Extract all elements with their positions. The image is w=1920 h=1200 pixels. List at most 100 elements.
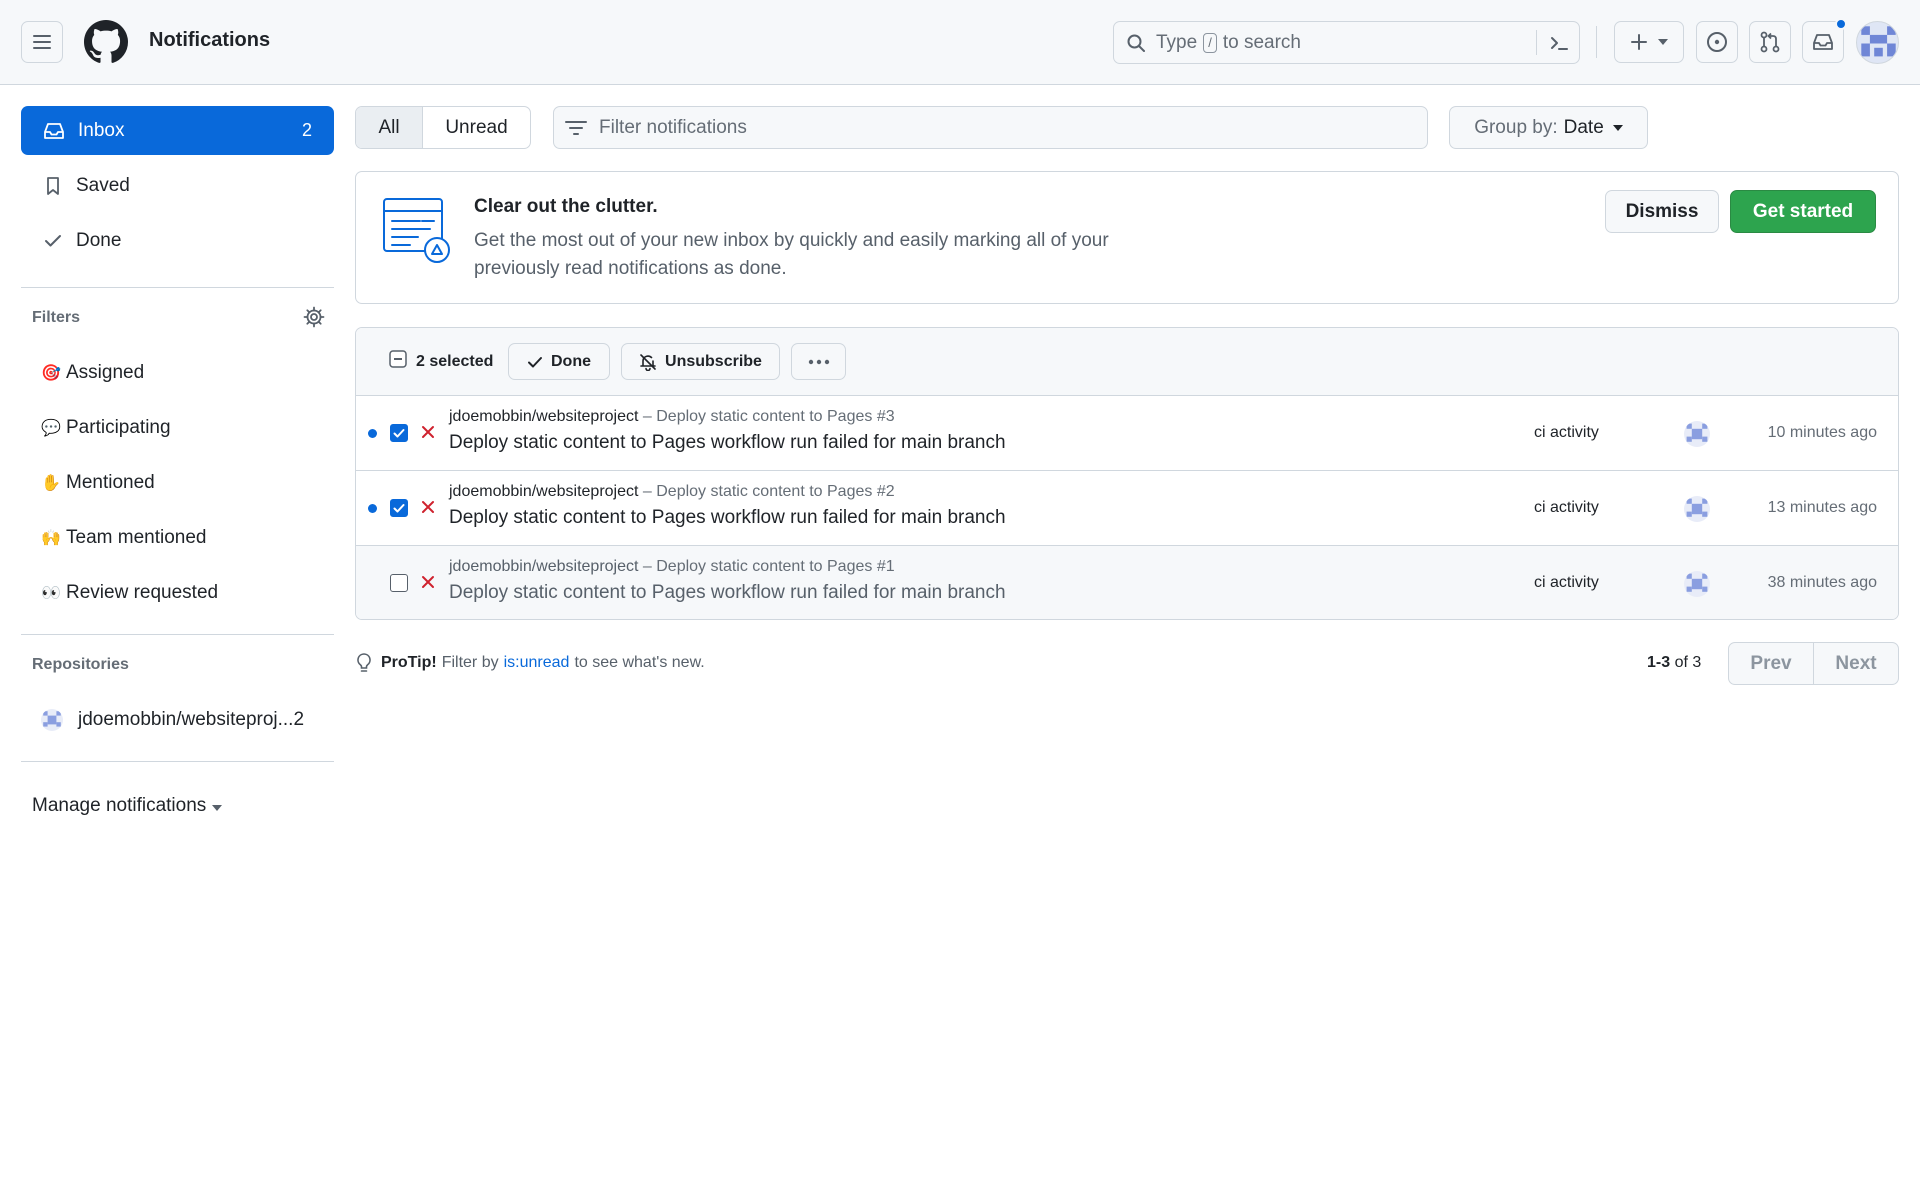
banner-description-line-1: Get the most out of your new inbox by qu… (474, 230, 1109, 251)
prev-button[interactable]: Prev (1729, 643, 1814, 684)
list-item[interactable]: jdoemobbin/websiteproject – Deploy stati… (356, 471, 1898, 546)
menu-button[interactable] (21, 21, 63, 63)
pagination-total: of 3 (1674, 654, 1702, 671)
notification-title[interactable]: Deploy static content to Pages workflow … (449, 582, 1006, 604)
filters-header: Filters (21, 288, 334, 348)
mark-done-button[interactable]: Done (508, 343, 610, 380)
filter-label: Assigned (66, 361, 145, 383)
command-palette-icon[interactable] (1549, 33, 1569, 53)
eyes-icon: 👀 (41, 583, 61, 602)
issues-button[interactable] (1696, 21, 1738, 63)
filter-review-requested[interactable]: 👀 Review requested (21, 568, 334, 617)
sidebar-item-label: Done (76, 229, 122, 251)
repo-item[interactable]: jdoemobbin/websiteproj... 2 (21, 695, 334, 744)
pagination-count: 1-3 of 3 (1647, 654, 1701, 672)
protip-link[interactable]: is:unread (504, 654, 570, 672)
protip-label: ProTip! (381, 654, 437, 671)
filter-icon (565, 120, 587, 135)
inbox-count: 2 (301, 120, 312, 140)
identicon-icon (1686, 423, 1708, 442)
unread-dot (368, 504, 377, 513)
read-state-segmented-control: All Unread (355, 106, 531, 149)
row-checkbox[interactable] (390, 574, 408, 592)
avatar (1684, 421, 1710, 447)
filter-assigned[interactable]: 🎯 Assigned (21, 348, 334, 397)
list-item[interactable]: jdoemobbin/websiteproject – Deploy stati… (356, 546, 1898, 619)
group-by-label: Group by: (1474, 116, 1558, 138)
notification-title[interactable]: Deploy static content to Pages workflow … (449, 507, 1006, 529)
filter-mentioned[interactable]: ✋ Mentioned (21, 458, 334, 507)
gear-icon[interactable] (303, 306, 325, 328)
top-bar: Notifications Type / to search (0, 0, 1920, 85)
kebab-horizontal-icon (808, 359, 829, 364)
search-placeholder-suffix: to search (1222, 31, 1301, 53)
caret-down-icon (1612, 124, 1623, 131)
raising-hands-icon: 🙌 (41, 528, 61, 547)
bell-slash-icon (640, 353, 656, 371)
pull-requests-button[interactable] (1749, 21, 1791, 63)
filter-placeholder: Filter notifications (599, 116, 747, 138)
speech-balloon-icon: 💬 (41, 418, 61, 437)
raised-hand-icon: ✋ (41, 473, 61, 492)
inbox-button[interactable] (1802, 18, 1847, 63)
list-item[interactable]: jdoemobbin/websiteproject – Deploy stati… (356, 396, 1898, 471)
tab-all[interactable]: All (356, 107, 423, 148)
repo-link[interactable]: jdoemobbin/websiteproject (449, 558, 638, 575)
pagination: Prev Next (1728, 642, 1899, 685)
notification-reason: ci activity (1534, 499, 1599, 516)
x-failed-icon (422, 426, 434, 438)
more-actions-button[interactable] (791, 343, 846, 380)
check-icon (393, 429, 405, 438)
inbox-illustration-icon (383, 198, 450, 263)
identicon-icon (1686, 573, 1708, 592)
avatar (1684, 571, 1710, 597)
group-by-dropdown[interactable]: Group by: Date (1449, 106, 1648, 149)
next-button[interactable]: Next (1814, 643, 1898, 684)
avatar[interactable] (1856, 21, 1899, 64)
search-input[interactable]: Type / to search (1113, 21, 1580, 64)
identicon-icon (1861, 26, 1896, 57)
sidebar-item-inbox[interactable]: Inbox 2 (21, 106, 334, 155)
notification-context: jdoemobbin/websiteproject – Deploy stati… (449, 558, 895, 576)
banner-title: Clear out the clutter. (474, 196, 658, 217)
dismiss-button[interactable]: Dismiss (1605, 190, 1719, 233)
repo-avatar (41, 708, 63, 731)
filter-notifications-input[interactable]: Filter notifications (553, 106, 1428, 149)
topbar-divider (1596, 26, 1597, 58)
repo-link[interactable]: jdoemobbin/websiteproject (449, 483, 638, 500)
unread-dot (368, 429, 377, 438)
create-new-button[interactable] (1614, 21, 1684, 63)
get-started-button[interactable]: Get started (1730, 190, 1876, 233)
clutter-banner: Clear out the clutter. Get the most out … (355, 171, 1899, 304)
plus-icon (1631, 34, 1647, 50)
github-logo-icon[interactable] (84, 20, 128, 64)
sidebar-item-done[interactable]: Done (21, 216, 334, 265)
protip-text-post: to see what's new. (574, 654, 705, 671)
row-checkbox[interactable] (390, 499, 408, 517)
workflow-name: – Deploy static content to Pages #3 (642, 408, 895, 425)
select-all-checkbox[interactable] (389, 350, 407, 368)
search-placeholder-prefix: Type (1156, 31, 1198, 53)
hamburger-icon (33, 35, 51, 49)
light-bulb-icon (357, 653, 371, 672)
notification-context: jdoemobbin/websiteproject – Deploy stati… (449, 483, 895, 501)
filter-label: Participating (66, 416, 171, 438)
unread-indicator-dot (1835, 18, 1847, 30)
protip: ProTip! Filter by is:unread to see what'… (355, 652, 705, 674)
row-checkbox[interactable] (390, 424, 408, 442)
manage-notifications-button[interactable]: Manage notifications (21, 762, 334, 850)
x-failed-icon (422, 576, 434, 588)
manage-notifications-label: Manage notifications (32, 795, 207, 816)
sidebar-item-saved[interactable]: Saved (21, 161, 334, 210)
filters-heading: Filters (32, 309, 81, 326)
filter-team-mentioned[interactable]: 🙌 Team mentioned (21, 513, 334, 562)
notification-title[interactable]: Deploy static content to Pages workflow … (449, 432, 1006, 454)
notification-list: 2 selected Done Unsubscribe jdoemobbin/w… (355, 327, 1899, 620)
repo-link[interactable]: jdoemobbin/websiteproject (449, 408, 638, 425)
unsubscribe-button[interactable]: Unsubscribe (621, 343, 780, 380)
filter-participating[interactable]: 💬 Participating (21, 403, 334, 452)
issue-opened-icon (1707, 32, 1727, 52)
tab-unread[interactable]: Unread (423, 107, 530, 148)
repositories-heading: Repositories (32, 656, 129, 673)
sidebar: Inbox 2 Saved Done Filters 🎯 Assigned 💬 … (21, 106, 334, 850)
